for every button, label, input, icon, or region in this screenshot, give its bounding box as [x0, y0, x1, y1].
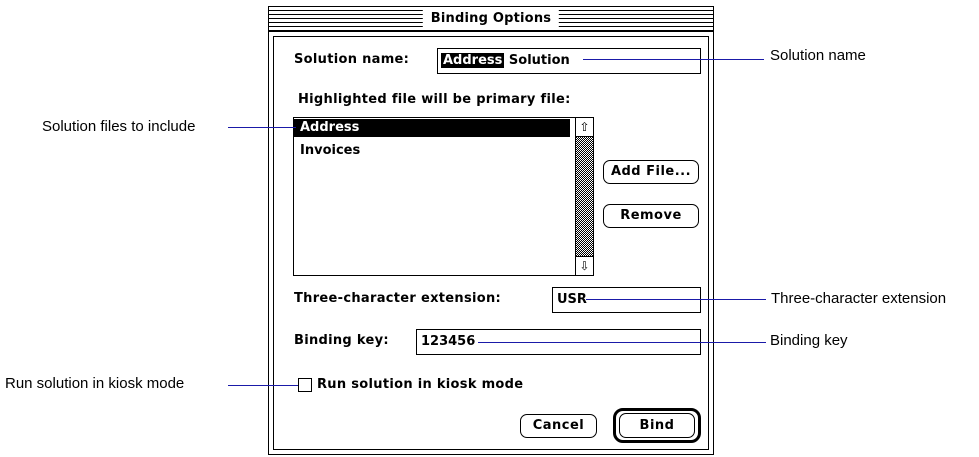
callout-solution-name: Solution name	[770, 47, 866, 64]
kiosk-mode-label[interactable]: Run solution in kiosk mode	[317, 377, 523, 392]
list-item-invoices[interactable]: Invoices	[294, 142, 570, 160]
title-bar[interactable]: Binding Options	[269, 7, 713, 32]
solution-name-field[interactable]: Address Solution	[437, 48, 701, 74]
callout-solution-files: Solution files to include	[42, 118, 196, 135]
list-scrollbar[interactable]: ⇧ ⇩	[575, 118, 593, 275]
solution-name-rest-text: Solution	[504, 53, 570, 68]
callout-line-solution-name	[583, 59, 764, 60]
extension-label: Three-character extension:	[294, 291, 502, 306]
bind-button[interactable]: Bind	[619, 413, 695, 438]
callout-line-extension	[586, 299, 766, 300]
down-arrow-icon[interactable]: ⇩	[576, 256, 593, 275]
add-file-button[interactable]: Add File...	[603, 160, 699, 184]
solution-name-label: Solution name:	[294, 52, 410, 67]
callout-extension: Three-character extension	[771, 290, 947, 307]
callout-binding-key: Binding key	[770, 332, 848, 349]
binding-key-label: Binding key:	[294, 333, 389, 348]
list-item-address[interactable]: Address	[294, 119, 570, 137]
cancel-button[interactable]: Cancel	[520, 414, 597, 438]
bind-button-outline: Bind	[613, 408, 701, 443]
remove-button[interactable]: Remove	[603, 204, 699, 228]
primary-file-label: Highlighted file will be primary file:	[298, 92, 571, 107]
extension-field[interactable]: USR	[552, 287, 701, 313]
callout-line-kiosk-mode	[228, 385, 298, 386]
callout-line-binding-key	[478, 342, 766, 343]
callout-kiosk-mode: Run solution in kiosk mode	[5, 375, 185, 392]
kiosk-mode-checkbox[interactable]	[298, 378, 312, 392]
dialog-title: Binding Options	[422, 10, 560, 28]
solution-name-selected-text: Address	[441, 53, 505, 68]
up-arrow-icon[interactable]: ⇧	[576, 118, 593, 137]
callout-line-solution-files	[228, 127, 296, 128]
solution-files-list[interactable]: Address Invoices ⇧ ⇩	[293, 117, 594, 276]
